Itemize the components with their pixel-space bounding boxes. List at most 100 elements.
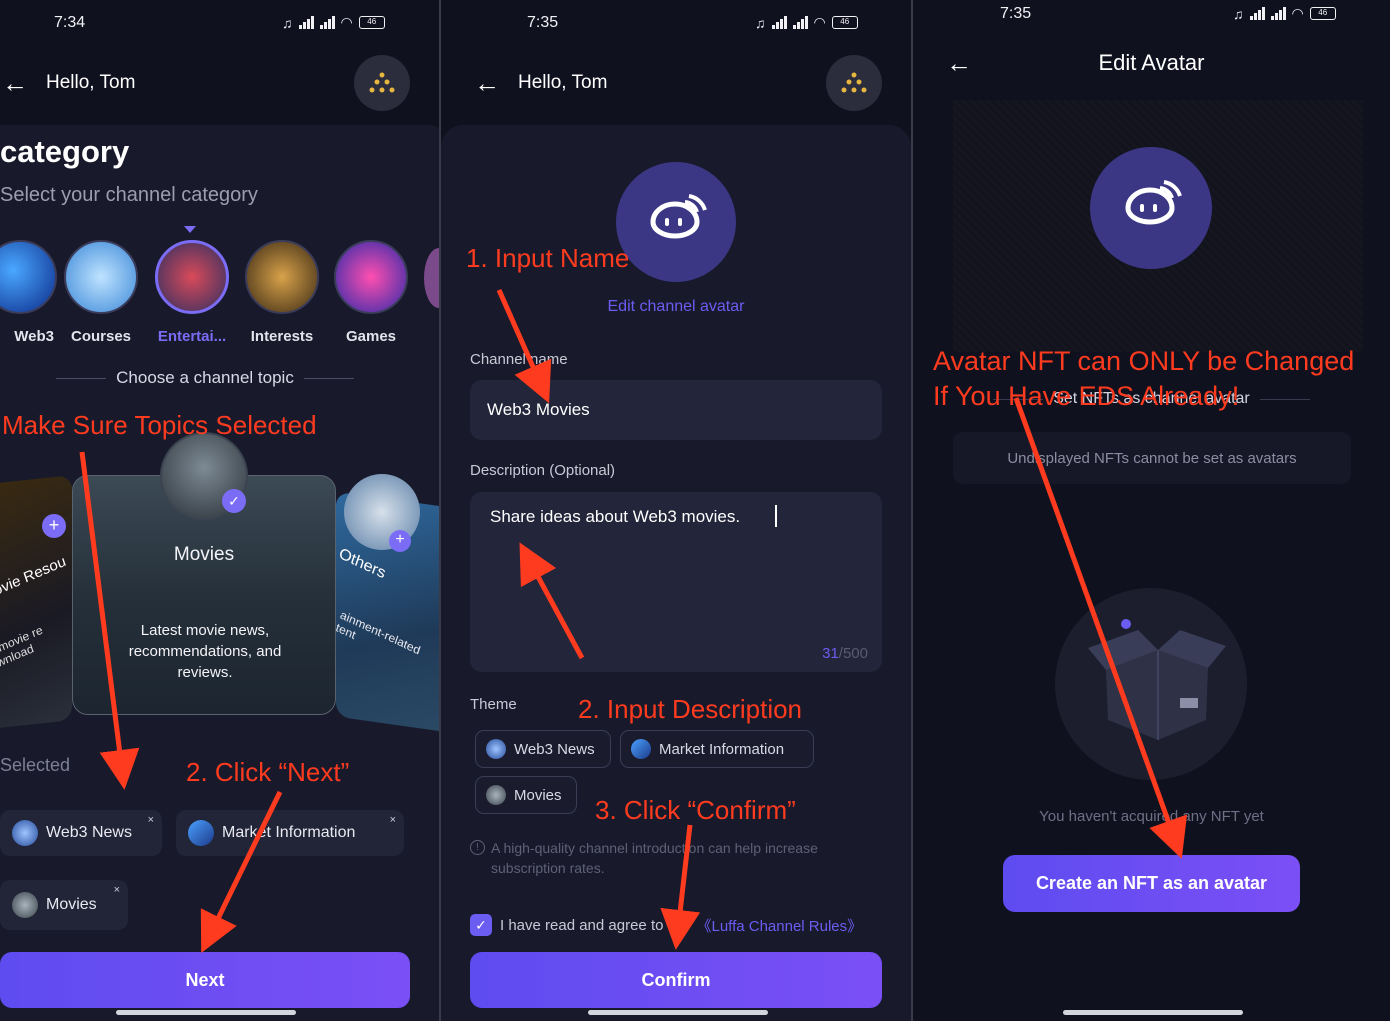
topic-card-desc: Latest movie news, recommendations, and …	[128, 622, 282, 681]
current-avatar	[1090, 147, 1212, 269]
channel-avatar[interactable]	[616, 162, 736, 282]
add-topic-icon[interactable]: +	[42, 514, 66, 538]
bot-icon	[650, 194, 707, 239]
hint: ! A high-quality channel introduction ca…	[470, 838, 880, 878]
annotation-click-confirm: 3. Click “Confirm”	[595, 795, 796, 825]
annotation-input-name: 1. Input Name	[466, 243, 630, 273]
screen-edit-avatar: 7:35 ♫ ◠ 46 ← Edit Avatar Set NFTs as ch…	[913, 0, 1390, 1021]
topic-card-left-title: Movie Resou	[0, 553, 69, 605]
topic-card-left[interactable]: Movie Resou ing movie re download	[0, 475, 72, 730]
signal-icon	[771, 16, 787, 29]
web3-news-icon	[12, 820, 38, 846]
status-time: 7:34	[54, 14, 86, 31]
category-entertainment[interactable]: Entertai...	[152, 240, 232, 345]
market-information-icon	[188, 820, 214, 846]
status-icons: ♫ ◠ 46	[282, 14, 385, 31]
app-menu-button[interactable]	[826, 55, 882, 111]
agree-checkbox[interactable]: ✓	[470, 914, 492, 936]
screen-channel-details: 7:35 ♫ ◠ 46 ← Hello, Tom Edit channel av…	[441, 0, 911, 1021]
signal-icon-2	[792, 16, 808, 29]
selected-chip-web3-news[interactable]: Web3 News ×	[0, 810, 162, 856]
status-icons: ♫ ◠ 46	[1233, 5, 1336, 22]
create-nft-avatar-button[interactable]: Create an NFT as an avatar	[1003, 855, 1300, 912]
description-value: Share ideas about Web3 movies.	[490, 507, 741, 526]
category-web3[interactable]: Web3	[0, 240, 60, 345]
confirm-button[interactable]: Confirm	[470, 952, 882, 1008]
close-icon[interactable]: ×	[148, 814, 154, 826]
description-textarea[interactable]: Share ideas about Web3 movies. 31/500	[470, 492, 882, 672]
char-count: 31	[822, 645, 839, 662]
category-label: Games	[345, 328, 397, 345]
wifi-icon: ◠	[1291, 5, 1304, 21]
status-time: 7:35	[1000, 5, 1032, 22]
close-icon[interactable]: ×	[114, 884, 120, 896]
status-icons: ♫ ◠ 46	[755, 14, 858, 31]
channel-name-input[interactable]: Web3 Movies	[470, 380, 882, 440]
description-label: Description (Optional)	[470, 462, 616, 479]
channel-rules-link[interactable]: 《Luffa Channel Rules》	[696, 915, 862, 936]
signal-icon-2	[1270, 7, 1286, 20]
selected-chip-market-information[interactable]: Market Information ×	[176, 810, 404, 856]
theme-label: Theme	[470, 696, 517, 713]
edit-channel-avatar-link[interactable]: Edit channel avatar	[441, 298, 911, 316]
topic-card-title: Movies	[173, 544, 235, 565]
char-counter: 31/500	[822, 645, 868, 662]
category-label: Interests	[250, 328, 314, 345]
theme-chip-movies[interactable]: Movies	[475, 776, 577, 814]
theme-chip-web3-news[interactable]: Web3 News	[475, 730, 611, 768]
movies-icon	[486, 785, 506, 805]
topic-card-left-desc: ing movie re download	[0, 622, 45, 676]
page-title: category	[0, 134, 130, 169]
close-icon[interactable]: ×	[390, 814, 396, 826]
check-icon: ✓	[222, 489, 246, 513]
signal-icon-2	[319, 16, 335, 29]
category-interests[interactable]: Interests	[242, 240, 322, 345]
annotation-input-description: 2. Input Description	[578, 694, 803, 724]
status-time: 7:35	[527, 14, 559, 31]
annotation-nft-line2: If You Have EDS Already!	[933, 381, 1240, 411]
wifi-icon: ◠	[813, 14, 826, 30]
mute-icon: ♫	[1233, 5, 1244, 22]
back-arrow-icon[interactable]: ←	[474, 70, 500, 96]
annotation-topics: Make Sure Topics Selected	[2, 410, 317, 440]
dots-triangle-icon	[841, 72, 867, 93]
signal-icon	[1249, 7, 1265, 20]
chip-label: Market Information	[222, 824, 356, 841]
selected-chip-movies[interactable]: Movies ×	[0, 880, 128, 930]
add-topic-icon[interactable]: +	[389, 530, 411, 552]
home-indicator	[1063, 1010, 1243, 1015]
signal-icon	[298, 16, 314, 29]
back-arrow-icon[interactable]: ←	[2, 70, 28, 96]
selected-pointer-icon	[184, 226, 196, 233]
category-courses[interactable]: Courses	[61, 240, 141, 345]
screen-category: 7:34 ♫ ◠ 46 ← Hello, Tom category Select…	[0, 0, 439, 1021]
empty-box-icon	[1088, 619, 1226, 740]
category-games[interactable]: Games	[331, 240, 411, 345]
next-button[interactable]: Next	[0, 952, 410, 1008]
undisplayed-note: Undisplayed NFTs cannot be set as avatar…	[953, 432, 1351, 484]
battery-icon: 46	[358, 16, 385, 29]
divider-line	[303, 377, 354, 379]
category-entertainment-image	[155, 240, 229, 314]
theme-chip-label: Market Information	[659, 740, 785, 758]
theme-chip-market-information[interactable]: Market Information	[620, 730, 814, 768]
text-cursor	[775, 505, 777, 527]
header-title: Hello, Tom	[518, 72, 608, 93]
divider-line	[1259, 398, 1310, 400]
annotation-nft-line1: Avatar NFT can ONLY be Changed	[933, 346, 1355, 376]
category-courses-image	[64, 240, 138, 314]
movies-icon	[12, 892, 38, 918]
agree-text: I have read and agree to the	[500, 916, 689, 934]
hint-text: A high-quality channel introduction can …	[491, 840, 818, 876]
category-label: Web3	[14, 328, 54, 345]
app-menu-button[interactable]	[354, 55, 410, 111]
page-subtitle: Select your channel category	[0, 184, 258, 206]
web3-news-icon	[486, 739, 506, 759]
info-icon: !	[470, 840, 485, 855]
divider-line	[56, 377, 107, 379]
category-interests-image	[245, 240, 319, 314]
home-indicator	[588, 1010, 768, 1015]
topic-card-right-title: Others	[336, 545, 388, 583]
wifi-icon: ◠	[340, 14, 353, 30]
topic-header: Choose a channel topic	[40, 368, 370, 388]
